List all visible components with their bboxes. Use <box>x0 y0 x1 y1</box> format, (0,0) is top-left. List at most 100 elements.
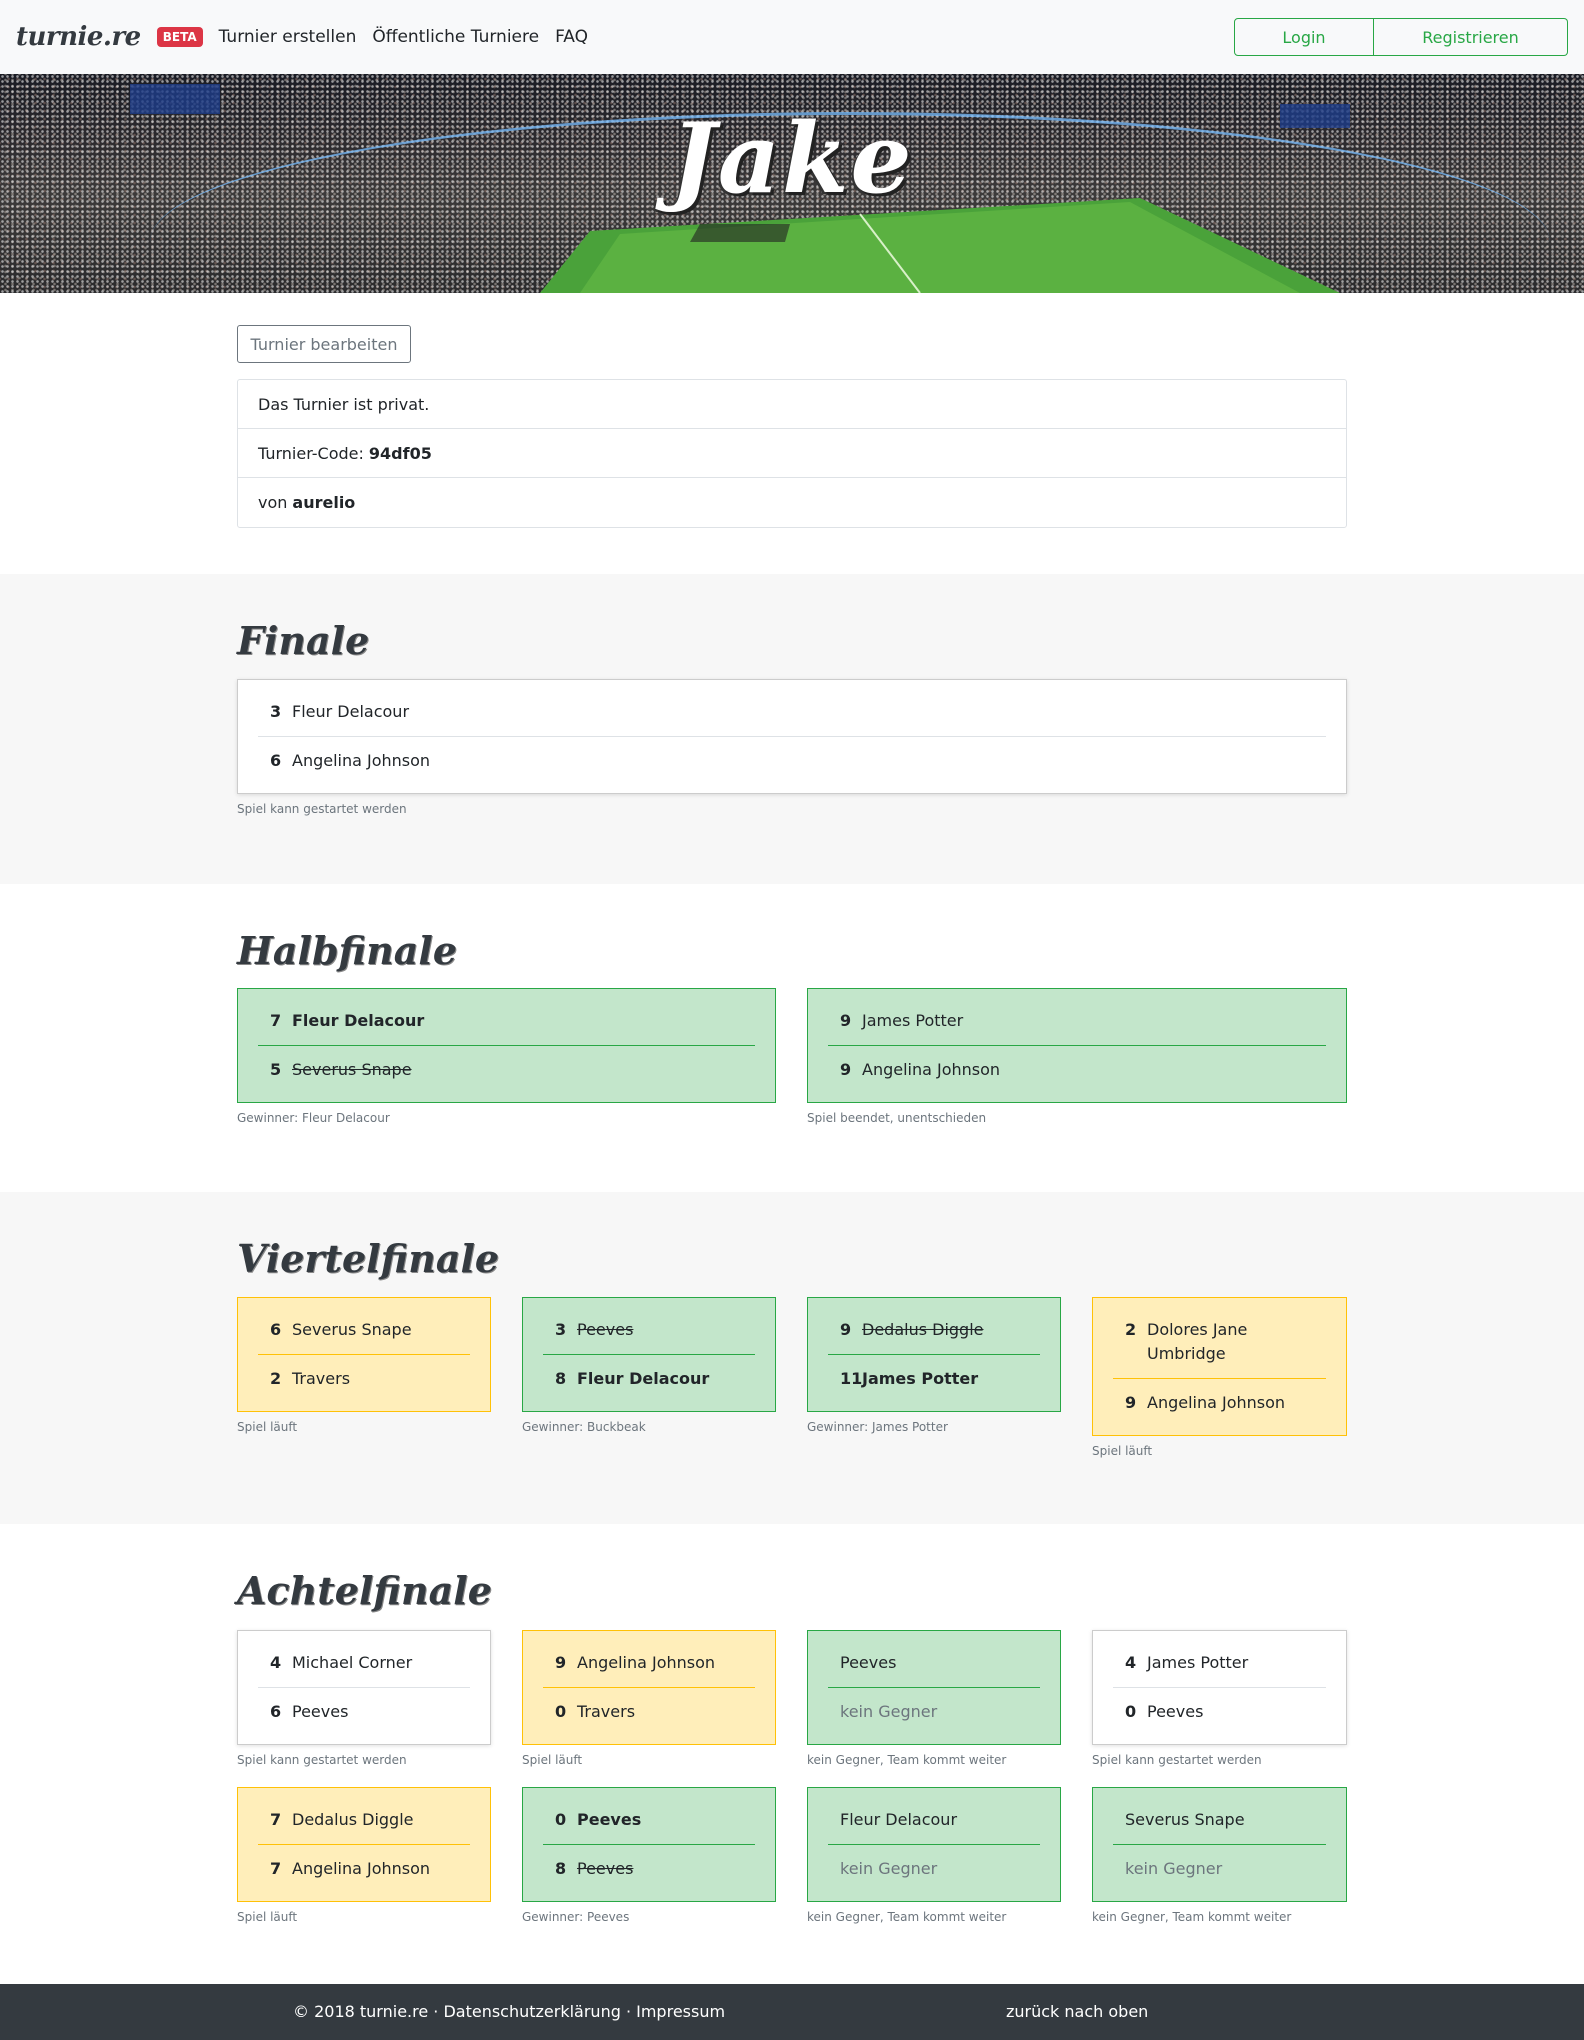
stage-title-round-of-16: Achtelfinale <box>237 1568 492 1613</box>
team-row: 2 Dolores Jane Umbridge <box>1113 1306 1326 1378</box>
tournament-code-value: 94df05 <box>368 443 432 463</box>
match-card[interactable]: Peeves kein Gegner <box>807 1630 1061 1745</box>
team-name: Severus Snape <box>1125 1810 1245 1829</box>
team-name: Dedalus Diggle <box>862 1320 984 1339</box>
team-name: Travers <box>577 1702 636 1721</box>
owner-label: von <box>258 493 288 512</box>
nav-faq[interactable]: FAQ <box>555 27 588 47</box>
team-score: 2 <box>270 1369 282 1388</box>
match-status: Spiel kann gestartet werden <box>237 1753 407 1767</box>
team-score: 7 <box>270 1011 282 1030</box>
team-row: 7 Dedalus Diggle <box>258 1796 470 1844</box>
match-card[interactable]: 4 James Potter 0 Peeves <box>1092 1630 1347 1745</box>
team-name: Severus Snape <box>292 1320 412 1339</box>
team-row: 9 Angelina Johnson <box>1113 1378 1326 1427</box>
team-row: 7 Angelina Johnson <box>258 1844 470 1893</box>
team-row: 9 Dedalus Diggle <box>828 1306 1040 1354</box>
auth-buttons: Login Registrieren <box>1234 18 1568 56</box>
match-status: kein Gegner, Team kommt weiter <box>807 1753 1007 1767</box>
hero-banner: Jake <box>0 74 1584 293</box>
match-card[interactable]: 7 Dedalus Diggle 7 Angelina Johnson <box>237 1787 491 1902</box>
team-row: 4 James Potter <box>1113 1639 1326 1687</box>
team-row: 0 Travers <box>543 1687 755 1736</box>
match-card[interactable]: 7 Fleur Delacour 5 Severus Snape <box>237 988 776 1103</box>
team-row: 11 James Potter <box>828 1354 1040 1403</box>
team-name: Angelina Johnson <box>862 1060 1001 1079</box>
match-card[interactable]: 9 Dedalus Diggle 11 James Potter <box>807 1297 1061 1412</box>
team-row: 5 Severus Snape <box>258 1045 755 1094</box>
match-card[interactable]: 9 James Potter 9 Angelina Johnson <box>807 988 1347 1103</box>
match-status: Spiel kann gestartet werden <box>1092 1753 1262 1767</box>
navbar: turnie.re BETA Turnier erstellen Öffentl… <box>0 0 1584 74</box>
match-card[interactable]: 0 Peeves 8 Peeves <box>522 1787 776 1902</box>
register-button[interactable]: Registrieren <box>1374 18 1568 56</box>
match-status: Spiel kann gestartet werden <box>237 802 407 816</box>
team-name: James Potter <box>1147 1653 1249 1672</box>
team-row: 0 Peeves <box>543 1796 755 1844</box>
team-score: 9 <box>555 1653 567 1672</box>
login-button[interactable]: Login <box>1234 18 1374 56</box>
team-name: Fleur Delacour <box>292 1011 425 1030</box>
team-name: kein Gegner <box>840 1859 938 1878</box>
match-card[interactable]: 6 Severus Snape 2 Travers <box>237 1297 491 1412</box>
team-row: 3 Fleur Delacour <box>258 688 1326 736</box>
brand-logo[interactable]: turnie.re <box>16 22 141 52</box>
team-score: 4 <box>270 1653 282 1672</box>
team-score: 6 <box>270 751 282 770</box>
match-status: Spiel läuft <box>237 1910 298 1924</box>
team-name: Severus Snape <box>292 1060 412 1079</box>
team-name: James Potter <box>862 1011 964 1030</box>
tournament-owner: von aurelio <box>238 478 1346 527</box>
team-score: 8 <box>555 1859 567 1878</box>
stage-title-quarterfinal: Viertelfinale <box>237 1236 500 1281</box>
stage-title-semifinal: Halbfinale <box>237 928 458 973</box>
beta-badge: BETA <box>156 27 203 47</box>
match-card[interactable]: 9 Angelina Johnson 0 Travers <box>522 1630 776 1745</box>
match-card[interactable]: 3 Fleur Delacour 6 Angelina Johnson <box>237 679 1347 794</box>
match-status: Spiel läuft <box>1092 1444 1153 1458</box>
team-row: Peeves <box>828 1639 1040 1687</box>
team-row: Severus Snape <box>1113 1796 1326 1844</box>
tournament-code: Turnier-Code: 94df05 <box>238 429 1346 478</box>
team-name: Peeves <box>577 1810 642 1829</box>
match-card[interactable]: Fleur Delacour kein Gegner <box>807 1787 1061 1902</box>
match-status: kein Gegner, Team kommt weiter <box>1092 1910 1292 1924</box>
team-row: 9 Angelina Johnson <box>543 1639 755 1687</box>
team-row: 9 James Potter <box>828 997 1326 1045</box>
team-name: James Potter <box>862 1369 979 1388</box>
team-row: 4 Michael Corner <box>258 1639 470 1687</box>
team-score: 3 <box>270 702 282 721</box>
team-name: Dedalus Diggle <box>292 1810 414 1829</box>
team-name: Angelina Johnson <box>1147 1393 1286 1412</box>
edit-tournament-button[interactable]: Turnier bearbeiten <box>237 325 411 363</box>
team-score: 4 <box>1125 1653 1137 1672</box>
team-name: Fleur Delacour <box>292 702 410 721</box>
match-status: Spiel beendet, unentschieden <box>807 1111 987 1125</box>
nav-create-tournament[interactable]: Turnier erstellen <box>219 27 357 47</box>
team-score: 9 <box>840 1320 852 1339</box>
team-name: Peeves <box>1147 1702 1204 1721</box>
footer-links[interactable]: © 2018 turnie.re · Datenschutzerklärung … <box>293 2002 725 2021</box>
privacy-status: Das Turnier ist privat. <box>238 380 1346 429</box>
team-name: Peeves <box>577 1320 634 1339</box>
match-card[interactable]: 4 Michael Corner 6 Peeves <box>237 1630 491 1745</box>
tournament-code-label: Turnier-Code: <box>258 443 364 463</box>
team-score: 7 <box>270 1810 282 1829</box>
nav-public-tournaments[interactable]: Öffentliche Turniere <box>372 27 539 47</box>
stage-title-final: Finale <box>237 618 370 663</box>
team-name: kein Gegner <box>1125 1859 1223 1878</box>
team-name: Peeves <box>840 1653 897 1672</box>
team-score: 8 <box>555 1369 567 1388</box>
team-name: Fleur Delacour <box>577 1369 710 1388</box>
team-score: 11 <box>840 1369 863 1388</box>
team-score: 5 <box>270 1060 282 1079</box>
team-name: Angelina Johnson <box>292 1859 431 1878</box>
back-to-top-link[interactable]: zurück nach oben <box>1006 2002 1148 2021</box>
team-row: 6 Severus Snape <box>258 1306 470 1354</box>
match-card[interactable]: 2 Dolores Jane Umbridge 9 Angelina Johnson <box>1092 1297 1347 1436</box>
match-status: Gewinner: Peeves <box>522 1910 630 1924</box>
team-row: 7 Fleur Delacour <box>258 997 755 1045</box>
match-card[interactable]: 3 Peeves 8 Fleur Delacour <box>522 1297 776 1412</box>
match-card[interactable]: Severus Snape kein Gegner <box>1092 1787 1347 1902</box>
team-row: Fleur Delacour <box>828 1796 1040 1844</box>
